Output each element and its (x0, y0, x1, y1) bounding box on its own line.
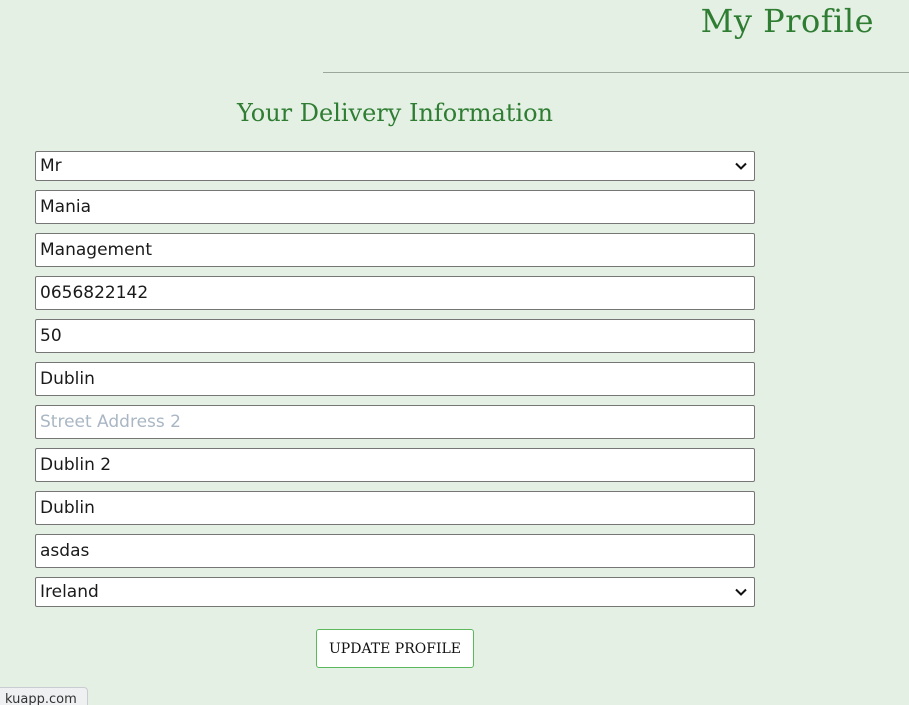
last-name-input[interactable] (35, 233, 755, 267)
street-address-2-input[interactable] (35, 405, 755, 439)
title-select[interactable]: Mr (35, 151, 755, 181)
phone-input[interactable] (35, 276, 755, 310)
street-address-line-input[interactable] (35, 362, 755, 396)
country-select-value: Ireland (40, 582, 99, 602)
postcode-input[interactable] (35, 534, 755, 568)
section-title: Your Delivery Information (236, 99, 554, 127)
status-bar-url: kuapp.com (0, 687, 88, 705)
chevron-down-icon (734, 585, 748, 599)
update-profile-button[interactable]: UPDATE PROFILE (316, 629, 474, 668)
county-input[interactable] (35, 491, 755, 525)
delivery-info-form: Mr Ireland (35, 151, 755, 607)
first-name-input[interactable] (35, 190, 755, 224)
chevron-down-icon (734, 159, 748, 173)
town-input[interactable] (35, 448, 755, 482)
title-select-value: Mr (40, 156, 62, 176)
title-divider (323, 72, 909, 73)
street-address-1-input[interactable] (35, 319, 755, 353)
page-title: My Profile (700, 2, 874, 40)
country-select[interactable]: Ireland (35, 577, 755, 607)
